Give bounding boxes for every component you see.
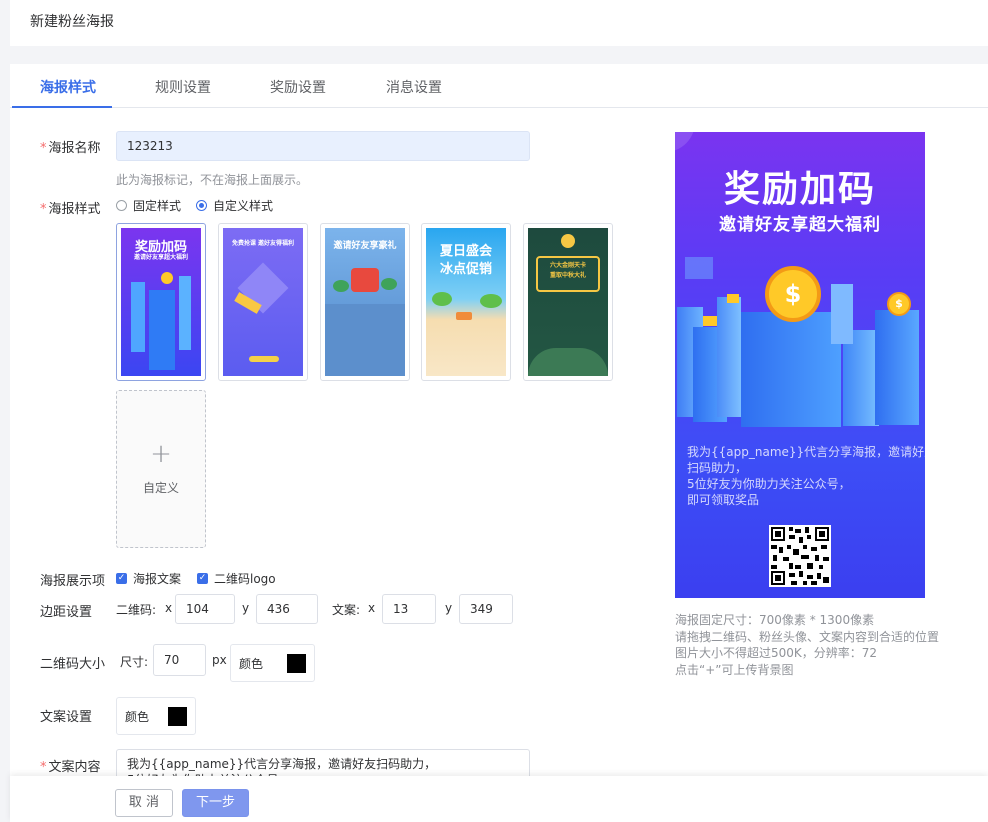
tab-reward-settings[interactable]: 奖励设置 <box>270 77 326 97</box>
radio-custom-label: 自定义样式 <box>213 199 274 213</box>
radio-fixed-label: 固定样式 <box>133 199 182 213</box>
qr-size-label: 二维码大小 <box>40 657 106 672</box>
radio-fixed-style[interactable]: 固定样式 <box>116 197 181 214</box>
template-title: 免费抢课 邀好友得福利 <box>231 240 295 247</box>
text-content-label-text: 文案内容 <box>48 760 101 775</box>
margin-text-x-input[interactable] <box>382 594 436 624</box>
qr-size-size-label: 尺寸: <box>120 655 149 669</box>
template-subtitle: 邀请好友享超大福利 <box>133 254 188 261</box>
preview-notes: 海报固定尺寸：700像素 * 1300像素 请拖拽二维码、粉丝头像、文案内容到合… <box>675 612 939 678</box>
check-icon: ✓ <box>116 573 127 584</box>
page-title: 新建粉丝海报 <box>30 14 114 30</box>
template-image: 邀请好友享豪礼 <box>325 228 405 376</box>
footer-bar: 取 消 下一步 <box>10 776 988 822</box>
text-color-swatch <box>168 707 187 726</box>
template-image: 六大金刚天卡 重取中秋大礼 <box>528 228 608 376</box>
margin-text-y-label: y <box>445 601 453 615</box>
tab-bar: 海报样式 规则设置 奖励设置 消息设置 <box>10 64 988 108</box>
radio-dot <box>116 200 127 211</box>
template-image: 免费抢课 邀好友得福利 <box>223 228 303 376</box>
display-items-label: 海报展示项 <box>40 574 106 589</box>
preview-title: 奖励加码 <box>723 169 876 210</box>
text-content-line: 我为{{app_name}}代言分享海报，邀请好友扫码助力， <box>127 757 437 771</box>
margin-qr-x-input[interactable] <box>175 594 235 624</box>
margin-text-x-label: x <box>368 601 376 615</box>
poster-name-label-text: 海报名称 <box>48 141 101 156</box>
checkbox-poster-text-label: 海报文案 <box>133 572 182 586</box>
qr-color-label: 颜色 <box>239 657 264 671</box>
poster-name-label: * 海报名称 <box>40 141 101 156</box>
preview-note: 海报固定尺寸：700像素 * 1300像素 <box>675 613 875 627</box>
next-button[interactable]: 下一步 <box>182 789 249 817</box>
preview-text-line: 5位好友为你助力关注公众号， <box>687 477 851 491</box>
text-content-label: * 文案内容 <box>40 760 101 775</box>
poster-style-label-text: 海报样式 <box>48 202 101 217</box>
qr-color-picker[interactable]: 颜色 <box>230 644 315 682</box>
radio-custom-style[interactable]: 自定义样式 <box>196 197 273 214</box>
template-title: 六大金刚天卡 <box>549 262 586 269</box>
check-icon: ✓ <box>197 573 208 584</box>
qr-size-input[interactable] <box>153 644 206 676</box>
form-panel: 海报样式 规则设置 奖励设置 消息设置 *海报名称 此为海报标记，不在海报上面展… <box>10 64 988 822</box>
margin-qr-y-input[interactable] <box>256 594 318 624</box>
preview-note: 图片大小不得超过500K，分辨率：72 <box>675 646 878 660</box>
template-image: 奖励加码 邀请好友享超大福利 <box>121 228 201 376</box>
tab-rule-settings[interactable]: 规则设置 <box>155 77 211 97</box>
text-color-label: 颜色 <box>125 710 150 724</box>
template-subtitle: 冰点促销 <box>439 262 492 277</box>
coin-icon: $ <box>887 292 911 316</box>
preview-text-line: 我为{{app_name}}代言分享海报，邀请好友 <box>687 445 925 459</box>
template-image: 夏日盛会 冰点促销 <box>426 228 506 376</box>
margin-label: 边距设置 <box>40 605 93 620</box>
custom-upload-label: 自定义 <box>142 481 179 495</box>
template-summer-sale[interactable]: 夏日盛会 冰点促销 <box>421 223 511 381</box>
custom-upload-button[interactable]: + 自定义 <box>116 390 206 548</box>
preview-text: 我为{{app_name}}代言分享海报，邀请好友 扫码助力， 5位好友为你助力… <box>687 444 925 508</box>
checkbox-poster-text[interactable]: ✓ 海报文案 <box>116 570 181 587</box>
preview-text-line: 即可领取奖品 <box>687 493 760 507</box>
qr-code-icon <box>769 525 831 587</box>
template-title: 夏日盛会 <box>439 244 492 259</box>
poster-name-input[interactable] <box>116 131 530 161</box>
preview-text-line: 扫码助力， <box>687 461 748 475</box>
tab-poster-style[interactable]: 海报样式 <box>40 77 96 97</box>
margin-text-label: 文案: <box>332 603 361 617</box>
checkbox-qr-logo[interactable]: ✓ 二维码logo <box>197 570 276 587</box>
text-color-picker[interactable]: 颜色 <box>116 697 196 735</box>
margin-qr-y-label: y <box>242 601 250 615</box>
margin-qr-label: 二维码: <box>116 603 157 617</box>
coin-icon: $ <box>765 266 821 322</box>
template-subtitle: 重取中秋大礼 <box>549 272 586 279</box>
template-invite-gift[interactable]: 邀请好友享豪礼 <box>320 223 410 381</box>
qr-color-swatch <box>287 654 306 673</box>
page-header: 新建粉丝海报 <box>10 0 988 46</box>
preview-note: 点击“+”可上传背景图 <box>675 662 794 677</box>
text-setting-label: 文案设置 <box>40 710 93 725</box>
qr-size-unit: px <box>212 653 227 667</box>
plus-icon: + <box>150 439 172 469</box>
poster-preview: 奖励加码 邀请好友享超大福利 $ $ 我为{{app_name}}代言分享海报，… <box>675 132 925 598</box>
preview-note: 请拖拽二维码、粉丝头像、文案内容到合适的位置 <box>675 629 940 644</box>
tab-message-settings[interactable]: 消息设置 <box>386 77 442 97</box>
cancel-button[interactable]: 取 消 <box>115 789 173 817</box>
template-title: 邀请好友享豪礼 <box>333 241 397 251</box>
poster-style-label: * 海报样式 <box>40 202 101 217</box>
template-free-course[interactable]: 免费抢课 邀好友得福利 <box>218 223 308 381</box>
margin-qr-x-label: x <box>165 601 173 615</box>
checkbox-qr-logo-label: 二维码logo <box>214 572 276 586</box>
template-reward[interactable]: 奖励加码 邀请好友享超大福利 <box>116 223 206 381</box>
poster-name-hint: 此为海报标记，不在海报上面展示。 <box>116 173 309 187</box>
preview-subtitle: 邀请好友享超大福利 <box>719 215 881 235</box>
template-mid-autumn[interactable]: 六大金刚天卡 重取中秋大礼 <box>523 223 613 381</box>
margin-text-y-input[interactable] <box>459 594 513 624</box>
radio-dot <box>196 200 207 211</box>
active-tab-indicator <box>12 106 112 108</box>
